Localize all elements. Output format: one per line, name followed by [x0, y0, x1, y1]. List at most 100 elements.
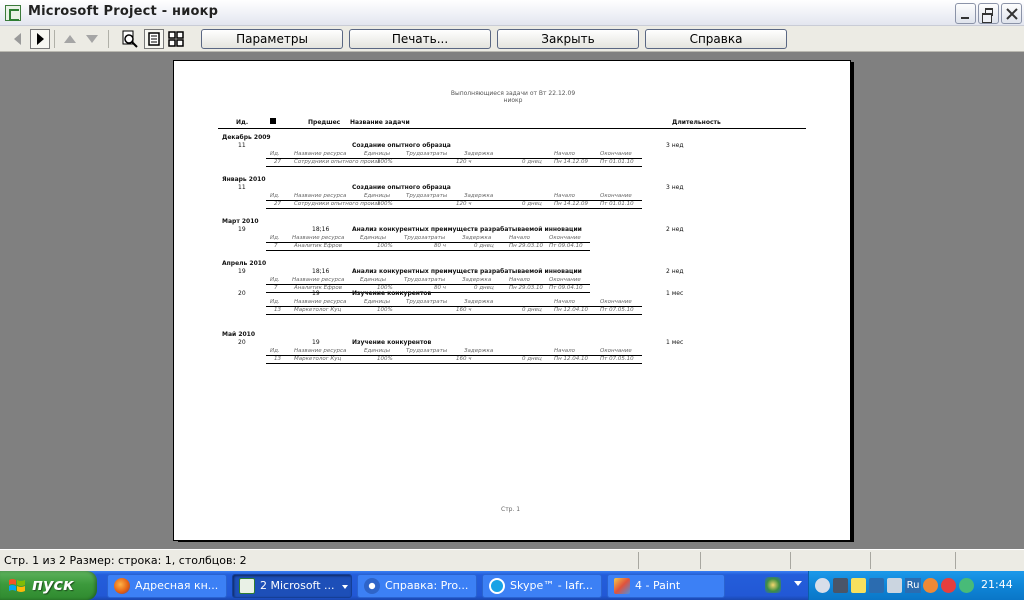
header-rule: [218, 128, 806, 129]
resource-col-header: Единицы: [364, 299, 391, 305]
language-indicator[interactable]: Ru: [905, 578, 921, 593]
task-label: 4 - Paint: [635, 579, 681, 592]
task-label: Адресная кн...: [135, 579, 219, 592]
one-page-button[interactable]: [144, 29, 164, 49]
task-help[interactable]: Справка: Pro...: [357, 574, 477, 598]
task-microsoft-project[interactable]: 2 Microsoft ...: [232, 574, 352, 598]
page-up-button[interactable]: [60, 29, 80, 49]
month-heading: Декабрь 2009: [222, 134, 271, 141]
tray-expand-icon[interactable]: [815, 578, 830, 593]
resource-cell: Пн 29.03.10: [509, 285, 543, 291]
task-paint[interactable]: 4 - Paint: [607, 574, 725, 598]
toolbar-separator: [108, 30, 109, 48]
chevron-down-icon[interactable]: [794, 581, 802, 586]
page-setup-button[interactable]: Параметры страницы...: [201, 29, 343, 64]
month-heading: Апрель 2010: [222, 260, 267, 267]
preview-toolbar: Параметры страницы... Печать... Закрыть …: [0, 26, 1024, 64]
status-panel: [638, 552, 639, 569]
help-button[interactable]: Справка: [645, 29, 787, 49]
resource-cell: Пн 12.04.10: [554, 307, 588, 313]
close-tray-icon[interactable]: [887, 578, 902, 593]
resource-col-header: Трудозатраты: [406, 193, 448, 199]
resource-col-header: Название ресурса: [294, 299, 347, 305]
multiple-pages-button[interactable]: [166, 29, 186, 49]
task-addressbook[interactable]: Адресная кн...: [107, 574, 227, 598]
resource-cell: 0 днец: [522, 307, 542, 313]
resource-cell: Пн 12.04.10: [554, 356, 588, 362]
taskbar: пуск Адресная кн... 2 Microsoft ... Спра…: [0, 571, 1024, 600]
opera-icon[interactable]: [941, 578, 956, 593]
month-heading: Март 2010: [222, 218, 259, 225]
arrow-up-icon: [64, 35, 76, 43]
resource-col-header: Ид.: [270, 348, 280, 354]
task-duration: 3 нед: [666, 184, 684, 191]
resource-cell: 100%: [377, 243, 393, 249]
task-predecessors: 19: [312, 290, 320, 297]
resource-rule: [266, 250, 590, 251]
resource-col-header: Начало: [554, 299, 576, 305]
resource-col-header: Окончание: [600, 348, 632, 354]
resource-cell: 100%: [377, 159, 393, 165]
task-id: 19: [238, 268, 246, 275]
resource-rule: [266, 166, 642, 167]
resource-col-header: Начало: [554, 151, 576, 157]
task-name: Создание опытного образца: [352, 184, 451, 191]
resource-col-header: Ид.: [270, 193, 280, 199]
resource-col-header: Ид.: [270, 277, 280, 283]
zoom-button[interactable]: [120, 29, 140, 49]
resource-cell: 120 ч: [456, 159, 472, 165]
task-name: Изучение конкурентов: [352, 290, 432, 297]
task-id: 19: [238, 226, 246, 233]
task-predecessors: 18;16: [312, 226, 330, 233]
network-icon[interactable]: [959, 578, 974, 593]
task-skype[interactable]: Skype™ - lafr...: [482, 574, 602, 598]
resource-cell: 0 днец: [474, 285, 494, 291]
resource-cell: 80 ч: [434, 285, 446, 291]
resource-col-header: Ид.: [270, 151, 280, 157]
resource-col-header: Название ресурса: [294, 151, 347, 157]
resource-col-header: Название ресурса: [294, 193, 347, 199]
task-name: Анализ конкурентных преимуществ разрабат…: [352, 226, 582, 233]
bluetooth-icon[interactable]: [869, 578, 884, 593]
resource-cell: 160 ч: [456, 307, 472, 313]
task-duration: 1 мес: [666, 339, 684, 346]
antivirus-icon[interactable]: [923, 578, 938, 593]
resource-cell: 27: [274, 201, 281, 207]
page-right-button[interactable]: [30, 29, 50, 49]
task-name: Создание опытного образца: [352, 142, 451, 149]
windows-flag-icon: [9, 579, 25, 592]
resource-col-header: Начало: [554, 193, 576, 199]
system-tray: Ru 21:44: [808, 571, 1024, 600]
task-label: 2 Microsoft ...: [260, 579, 335, 592]
resource-cell: Пн 14.12.09: [554, 159, 588, 165]
resource-cell: Пн 14.12.09: [554, 201, 588, 207]
close-window-button[interactable]: [1001, 3, 1022, 24]
pencil-icon[interactable]: [851, 578, 866, 593]
page-left-button[interactable]: [8, 29, 28, 49]
resource-col-header: Задержка: [464, 348, 494, 354]
skype-icon: [489, 578, 505, 594]
monitor-icon[interactable]: [833, 578, 848, 593]
task-predecessors: 19: [312, 339, 320, 346]
resource-rule: [266, 363, 642, 364]
print-button[interactable]: Печать...: [349, 29, 491, 49]
task-duration: 3 нед: [666, 142, 684, 149]
minimize-button[interactable]: [955, 3, 976, 24]
resource-cell: 0 днец: [522, 159, 542, 165]
restore-button[interactable]: [978, 3, 999, 24]
start-button[interactable]: пуск: [0, 571, 97, 600]
tray-app-icon[interactable]: [765, 577, 781, 593]
resource-cell: Сотрудники опытного произв: [294, 159, 381, 165]
resource-cell: 160 ч: [456, 356, 472, 362]
resource-col-header: Окончание: [600, 193, 632, 199]
report-project-name: ниокр: [503, 97, 523, 104]
resource-col-header: Начало: [509, 277, 531, 283]
paint-icon: [614, 578, 630, 594]
resource-col-header: Окончание: [600, 151, 632, 157]
task-name: Анализ конкурентных преимуществ разрабат…: [352, 268, 582, 275]
arrow-left-icon: [14, 33, 21, 45]
resource-cell: Пт 09.04.10: [549, 285, 583, 291]
page-down-button[interactable]: [82, 29, 102, 49]
report-page[interactable]: Выполняющиеся задачи от Вт 22.12.09 ниок…: [173, 60, 851, 541]
close-preview-button[interactable]: Закрыть: [497, 29, 639, 49]
